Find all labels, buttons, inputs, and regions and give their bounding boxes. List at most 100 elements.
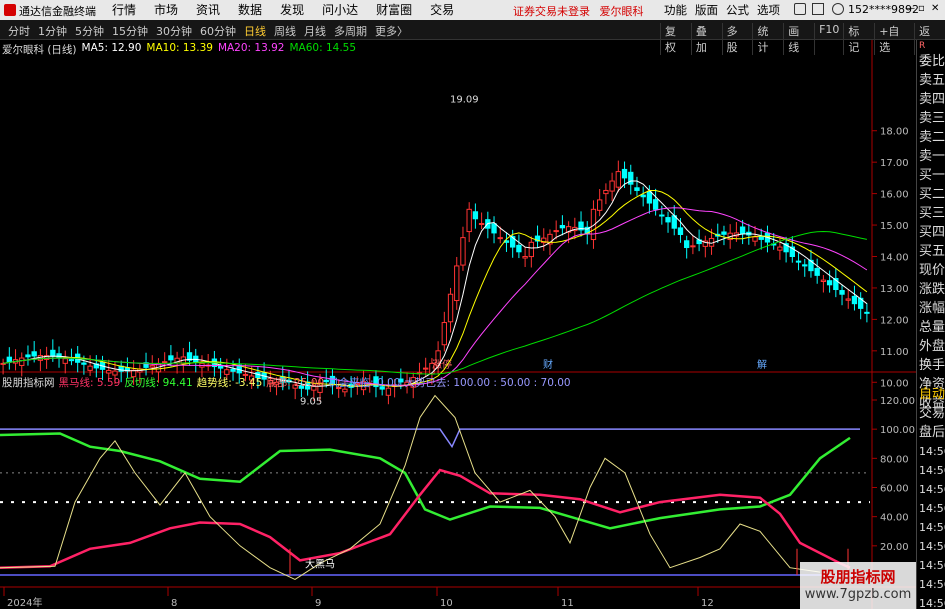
login-alert[interactable]: 证券交易未登录 爱尔眼科 [513,3,644,19]
period-tab[interactable]: 30分钟 [152,23,196,39]
heima-line-label: 黑马线: 5.59 [58,377,121,389]
candle [621,168,628,179]
candle [752,236,758,242]
menu-layout[interactable]: 版面 [691,2,722,18]
login-alert-text: 证券交易未登录 [513,5,590,18]
candle [516,244,522,253]
indicator-tick-label: 40.00 [880,513,909,524]
candle [690,245,696,248]
maximize-icon[interactable]: ▫ [918,3,925,14]
bottom-label: 底部: 25.00 [266,377,325,389]
low-price-mark: 9.05 [300,396,322,407]
minimize-icon[interactable]: — [905,3,915,14]
top-stock-name: 爱尔眼科 [599,5,644,18]
heima-line [0,468,851,569]
candle [820,279,827,282]
period-tab[interactable]: 60分钟 [196,23,240,39]
chart-area[interactable]: 19.099.05涨停财解 大黑马 18.0017.0016.0015.0014… [0,40,916,609]
period-tab[interactable]: 月线 [300,23,330,39]
ma5-line [3,180,868,387]
period-tab[interactable]: 5分钟 [71,23,108,39]
sidebar-field-label: 卖三 [919,111,945,126]
ma20-label: MA20: 13.92 [217,42,285,54]
menu-trade[interactable]: 交易 [421,2,463,18]
date-tick-label: 11 [561,598,574,609]
trend-line [0,394,821,580]
tick-time: 14:56 [919,540,945,553]
stock-name-legend[interactable]: 爱尔眼科 (日线) [2,42,77,57]
candle [68,359,75,362]
period-tab[interactable]: 多周期 [330,23,371,39]
sidebar-ratio-label: R [919,41,926,51]
ma60-label: MA60: 14.55 [289,42,357,54]
period-tab[interactable]: 15分钟 [108,23,152,39]
window-icon[interactable] [794,3,806,15]
sidebar-tab[interactable]: 盘后 [919,423,945,442]
title-bar: 通达信金融终端 行情 市场 资讯 数据 发现 问小达 财富圈 交易 证券交易未登… [0,0,945,20]
fanqie-line-label: 反切线: 94.41 [124,377,193,389]
candle [6,356,12,362]
menu-data[interactable]: 数据 [229,2,271,18]
ma60-line [3,230,868,375]
event-marker[interactable]: 解 [757,358,767,371]
candle [597,199,603,211]
candle [777,246,783,251]
sidebar-field-label: 买四 [919,225,945,240]
period-tab[interactable]: 周线 [270,23,300,39]
period-tab[interactable]: 更多〉 [371,23,412,39]
price-tick-label: 11.00 [880,347,909,358]
candle [423,367,429,370]
candle [497,237,503,240]
candle [441,322,447,346]
indicator-tick-label: 120.00 [880,396,915,407]
candle [81,362,87,365]
period-tab[interactable]: 日线 [240,23,270,39]
sidebar-field-label: 委比 [919,54,945,69]
candle [677,227,684,235]
price-tick-label: 17.00 [880,158,909,169]
price-tick-label: 15.00 [880,221,909,232]
sidebar-field-label: 涨幅 [919,301,945,316]
price-tick-label: 18.00 [880,127,909,138]
trend-gone-line [0,428,860,449]
sidebar-field-label: 买三 [919,206,945,221]
menu-ask[interactable]: 问小达 [313,2,367,18]
candle [634,187,640,191]
period-tab[interactable]: 分时 [4,23,34,39]
sidebar-tab[interactable]: 自动 [919,385,945,404]
candle [162,361,168,364]
menu-options[interactable]: 选项 [753,2,784,18]
layout-icon[interactable] [812,3,824,15]
menu-news[interactable]: 资讯 [187,2,229,18]
quote-sidebar: R 委比 卖五 卖四 卖三 卖二 卖一 买一 买二 买三 买四 买五 现价 涨跌 涨幅 总量 外盘 换手 净资 收益… [916,40,945,609]
menu-function[interactable]: 功能 [660,2,691,18]
fanqie-line [0,432,851,530]
menu-formula[interactable]: 公式 [722,2,753,18]
event-marker[interactable]: 财 [543,358,553,371]
candle [478,222,485,225]
user-icon[interactable] [832,3,844,15]
tick-time: 14:56 [919,559,945,572]
price-tick-label: 14.00 [880,253,909,264]
candle [795,260,802,263]
candle [609,180,615,192]
sidebar-tab[interactable]: 交易 [919,404,945,423]
close-icon[interactable]: ✕ [931,3,939,14]
right-menu: 功能 版面 公式 选项 [660,2,784,18]
date-tick-label: 9 [315,598,321,609]
indicator-tick-label: 60.00 [880,484,909,495]
menu-market[interactable]: 市场 [145,2,187,18]
candle [739,226,746,235]
candle [814,267,820,276]
candle [466,208,472,233]
candle [31,351,37,357]
menu-quotes[interactable]: 行情 [103,2,145,18]
period-tab[interactable]: 1分钟 [34,23,71,39]
indicator-name[interactable]: 股朋指标网 [2,375,55,390]
sidebar-field-label: 涨跌 [919,282,945,297]
candle [758,236,764,240]
candle [454,265,460,302]
indicator-tick-label: 100.00 [880,425,915,436]
menu-discover[interactable]: 发现 [271,2,313,18]
menu-wealth[interactable]: 财富圈 [367,2,421,18]
